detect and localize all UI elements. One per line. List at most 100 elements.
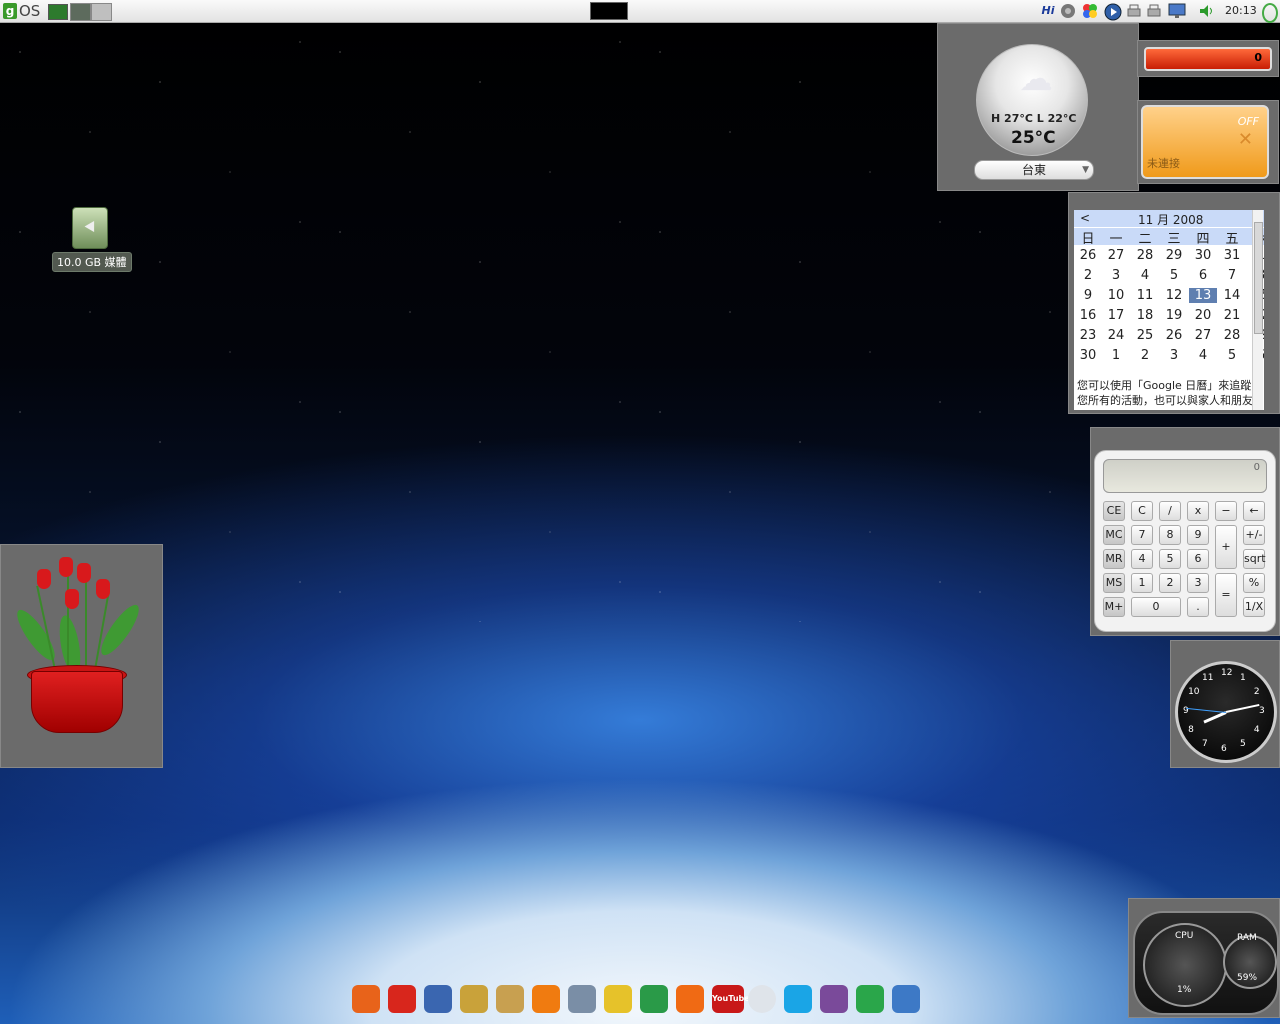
calc-key[interactable]: 1/X — [1243, 597, 1265, 617]
media-play-icon[interactable] — [1104, 3, 1122, 21]
calendar-day[interactable]: 24 — [1102, 328, 1130, 343]
calendar-day[interactable]: 3 — [1102, 268, 1130, 283]
flower-gadget[interactable] — [0, 544, 163, 768]
calendar-day[interactable]: 23 — [1074, 328, 1102, 343]
calc-equals-key[interactable]: = — [1215, 573, 1237, 617]
calendar-day[interactable]: 5 — [1218, 348, 1246, 363]
calc-key[interactable]: − — [1215, 501, 1237, 521]
calc-key[interactable]: 4 — [1131, 549, 1153, 569]
taskbar-window-button[interactable] — [590, 2, 628, 20]
calendar-day[interactable]: 30 — [1189, 248, 1217, 263]
colorful-app-icon[interactable] — [1082, 3, 1098, 19]
calendar-day[interactable]: 16 — [1074, 308, 1102, 323]
calc-key[interactable]: 0 — [1131, 597, 1181, 617]
calc-key[interactable]: MS — [1103, 573, 1125, 593]
calendar-prev-button[interactable]: < — [1080, 211, 1090, 225]
office-impress-icon[interactable] — [892, 985, 920, 1013]
calendar-day[interactable]: 28 — [1218, 328, 1246, 343]
calendar-day[interactable]: 2 — [1074, 268, 1102, 283]
calc-key[interactable]: 1 — [1131, 573, 1153, 593]
calendar-day[interactable]: 3 — [1160, 348, 1188, 363]
calendar-day[interactable]: 9 — [1074, 288, 1102, 303]
office-writer-icon[interactable] — [820, 985, 848, 1013]
blogger-icon[interactable] — [676, 985, 704, 1013]
calc-key[interactable]: ← — [1243, 501, 1265, 521]
printer-icon[interactable] — [1126, 3, 1142, 19]
calc-key[interactable]: M+ — [1103, 597, 1125, 617]
workspace-2[interactable] — [91, 3, 112, 21]
terminal-icon[interactable] — [48, 4, 68, 20]
calendar-day[interactable]: 6 — [1189, 268, 1217, 283]
volume-bar[interactable]: 0 — [1144, 47, 1272, 71]
calc-key[interactable]: MR — [1103, 549, 1125, 569]
calc-key[interactable]: . — [1187, 597, 1209, 617]
monitor-icon[interactable] — [1168, 3, 1186, 19]
calc-key[interactable]: 7 — [1131, 525, 1153, 545]
calendar-day[interactable]: 30 — [1074, 348, 1102, 363]
calc-key[interactable]: / — [1159, 501, 1181, 521]
calendar-day[interactable]: 11 — [1131, 288, 1159, 303]
calendar-day[interactable]: 10 — [1102, 288, 1130, 303]
power-icon[interactable] — [1262, 3, 1278, 23]
calendar-day[interactable]: 5 — [1160, 268, 1188, 283]
skype-icon[interactable] — [784, 985, 812, 1013]
calendar-day[interactable]: 28 — [1131, 248, 1159, 263]
calc-key[interactable]: 6 — [1187, 549, 1209, 569]
calendar-day[interactable]: 17 — [1102, 308, 1130, 323]
calendar-day[interactable]: 26 — [1074, 248, 1102, 263]
calendar-scrollbar[interactable] — [1252, 210, 1263, 410]
calendar-day[interactable]: 29 — [1160, 248, 1188, 263]
spreadsheet-icon[interactable] — [460, 985, 488, 1013]
calc-key[interactable]: 2 — [1159, 573, 1181, 593]
calendar-day[interactable]: 1 — [1102, 348, 1130, 363]
photo-icon[interactable] — [496, 985, 524, 1013]
usb-drive-label[interactable]: 10.0 GB 媒體 — [52, 252, 132, 272]
network-icon[interactable] — [1060, 3, 1076, 19]
calendar-day[interactable]: 21 — [1218, 308, 1246, 323]
rss-icon[interactable] — [532, 985, 560, 1013]
calendar-day[interactable]: 2 — [1131, 348, 1159, 363]
calendar-day[interactable]: 27 — [1189, 328, 1217, 343]
calendar-day[interactable]: 14 — [1218, 288, 1246, 303]
shopping-bag-icon[interactable] — [604, 985, 632, 1013]
calendar-day[interactable]: 7 — [1218, 268, 1246, 283]
calc-key[interactable]: CE — [1103, 501, 1125, 521]
wifi-toggle[interactable]: OFF ✕ 未連接 — [1141, 105, 1269, 179]
scrollbar-thumb[interactable] — [1254, 222, 1263, 334]
calc-plus-key[interactable]: + — [1215, 525, 1237, 569]
panel-clock[interactable]: 20:13 — [1225, 4, 1257, 17]
calc-key[interactable]: MC — [1103, 525, 1125, 545]
calc-key[interactable]: +/- — [1243, 525, 1265, 545]
volume-icon[interactable] — [1198, 3, 1214, 19]
usb-drive-icon[interactable]: ⯇ — [72, 207, 108, 249]
calendar-day[interactable]: 18 — [1131, 308, 1159, 323]
calendar-day[interactable]: 31 — [1218, 248, 1246, 263]
calendar-day[interactable]: 19 — [1160, 308, 1188, 323]
youtube-icon[interactable]: YouTube — [712, 985, 750, 1013]
calc-key[interactable]: 3 — [1187, 573, 1209, 593]
firefox-icon[interactable] — [352, 985, 380, 1013]
image-viewer-icon[interactable] — [640, 985, 668, 1013]
calendar-today[interactable]: 13 — [1189, 288, 1217, 303]
chat-icon[interactable] — [748, 985, 776, 1013]
hi-icon[interactable]: Hi — [1040, 3, 1056, 19]
calc-key[interactable]: 9 — [1187, 525, 1209, 545]
calc-key[interactable]: 5 — [1159, 549, 1181, 569]
calc-key[interactable]: sqrt — [1243, 549, 1266, 569]
calendar-day[interactable]: 26 — [1160, 328, 1188, 343]
calc-key[interactable]: C — [1131, 501, 1153, 521]
os-label[interactable]: OS — [19, 2, 40, 20]
calendar-day[interactable]: 25 — [1131, 328, 1159, 343]
calendar-day[interactable]: 20 — [1189, 308, 1217, 323]
calendar-day[interactable]: 27 — [1102, 248, 1130, 263]
reader-icon[interactable] — [568, 985, 596, 1013]
gmail-icon[interactable] — [388, 985, 416, 1013]
calc-key[interactable]: x — [1187, 501, 1209, 521]
workspace-1[interactable] — [70, 3, 91, 21]
calc-key[interactable]: % — [1243, 573, 1265, 593]
calendar-day[interactable]: 12 — [1160, 288, 1188, 303]
start-menu-button[interactable]: g — [3, 3, 17, 19]
weather-city-select[interactable]: 台東 ▼ — [974, 160, 1094, 180]
calc-key[interactable]: 8 — [1159, 525, 1181, 545]
office-calc-icon[interactable] — [856, 985, 884, 1013]
